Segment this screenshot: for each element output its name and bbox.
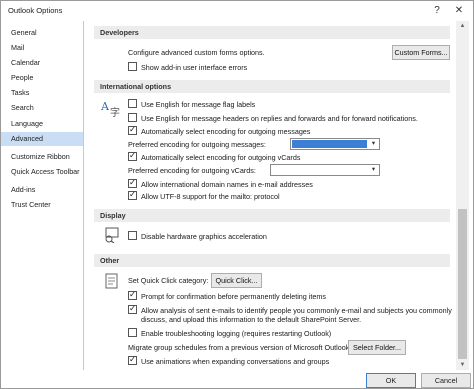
english-flag-labels-label: Use English for message flag labels (141, 100, 256, 109)
nav-advanced[interactable]: Advanced (1, 132, 83, 146)
scroll-up-icon[interactable]: ▲ (456, 21, 469, 31)
nav-add-ins[interactable]: Add-ins (1, 183, 83, 197)
nav-language[interactable]: Language (1, 117, 83, 131)
nav-general[interactable]: General (1, 26, 83, 40)
advanced-options-panel: Developers Configure advanced custom for… (94, 21, 452, 370)
email-analysis-checkbox[interactable] (128, 304, 137, 314)
prompt-delete-checkbox[interactable] (128, 290, 137, 300)
developers-section-header: Developers (94, 26, 450, 39)
scroll-thumb[interactable] (458, 209, 467, 359)
utf8-mailto-checkbox[interactable] (128, 190, 137, 200)
other-section-header: Other (94, 254, 450, 267)
show-addin-errors-checkbox[interactable] (128, 62, 137, 71)
nav-tasks[interactable]: Tasks (1, 86, 83, 100)
nav-search[interactable]: Search (1, 101, 83, 115)
language-icon: A 字 (100, 100, 120, 119)
nav-trust-center[interactable]: Trust Center (1, 198, 83, 212)
prompt-delete-label: Prompt for confirmation before permanent… (141, 292, 326, 301)
english-headers-label: Use English for message headers on repli… (141, 114, 418, 123)
chevron-down-icon: ▾ (371, 166, 376, 173)
animations-checkbox[interactable] (128, 355, 137, 365)
intl-domain-names-label: Allow international domain names in e-ma… (141, 180, 313, 189)
selected-option-highlight (292, 140, 367, 148)
international-section-header: International options (94, 80, 450, 93)
english-headers-checkbox[interactable] (128, 113, 137, 122)
nav-customize-ribbon[interactable]: Customize Ribbon (1, 150, 83, 164)
hardware-display-icon (105, 227, 119, 243)
disable-hw-accel-label: Disable hardware graphics acceleration (141, 232, 267, 241)
window-title: Outlook Options (8, 6, 63, 15)
scroll-down-icon[interactable]: ▼ (456, 360, 469, 370)
intl-domain-names-checkbox[interactable] (128, 178, 137, 188)
preferred-outgoing-label: Preferred encoding for outgoing messages… (128, 140, 266, 149)
preferred-vcards-select[interactable]: ▾ (270, 164, 380, 176)
nav-quick-access-toolbar[interactable]: Quick Access Toolbar (1, 165, 83, 179)
options-document-icon (105, 273, 118, 289)
select-folder-button[interactable]: Select Folder... (348, 340, 406, 355)
quick-click-label: Set Quick Click category: (128, 276, 209, 285)
nav-mail[interactable]: Mail (1, 41, 83, 55)
troubleshooting-logging-checkbox[interactable] (128, 328, 137, 337)
svg-text:A: A (100, 100, 110, 113)
troubleshooting-logging-label: Enable troubleshooting logging (requires… (141, 329, 332, 338)
svg-text:字: 字 (110, 106, 120, 119)
title-bar: Outlook Options ? ✕ (1, 1, 473, 21)
outlook-options-dialog: Outlook Options ? ✕ General Mail Calenda… (0, 0, 474, 389)
preferred-outgoing-select[interactable]: ▾ (290, 138, 380, 150)
auto-encoding-vcards-checkbox[interactable] (128, 151, 137, 161)
help-button[interactable]: ? (427, 3, 447, 19)
chevron-down-icon: ▾ (371, 140, 376, 147)
auto-encoding-outgoing-label: Automatically select encoding for outgoi… (141, 127, 311, 136)
display-section-header: Display (94, 209, 450, 222)
ok-button[interactable]: OK (366, 373, 416, 388)
show-addin-errors-label: Show add-in user interface errors (141, 63, 248, 72)
nav-people[interactable]: People (1, 71, 83, 85)
auto-encoding-outgoing-checkbox[interactable] (128, 125, 137, 135)
english-flag-labels-checkbox[interactable] (128, 99, 137, 108)
nav-calendar[interactable]: Calendar (1, 56, 83, 70)
options-nav: General Mail Calendar People Tasks Searc… (1, 21, 84, 370)
quick-click-button[interactable]: Quick Click... (211, 273, 262, 288)
email-analysis-label-line1: Allow analysis of sent e-mails to identi… (141, 306, 452, 315)
custom-forms-button[interactable]: Custom Forms... (392, 45, 450, 60)
preferred-vcards-label: Preferred encoding for outgoing vCards: (128, 166, 256, 175)
cancel-button[interactable]: Cancel (421, 373, 471, 388)
disable-hw-accel-checkbox[interactable] (128, 231, 137, 240)
configure-forms-label: Configure advanced custom forms options. (128, 48, 265, 57)
utf8-mailto-label: Allow UTF-8 support for the mailto: prot… (141, 192, 280, 201)
auto-encoding-vcards-label: Automatically select encoding for outgoi… (141, 153, 301, 162)
animations-label: Use animations when expanding conversati… (141, 357, 330, 366)
close-button[interactable]: ✕ (449, 3, 469, 19)
migrate-schedules-label: Migrate group schedules from a previous … (128, 343, 352, 352)
content-scrollbar[interactable]: ▲ ▼ (456, 21, 469, 370)
email-analysis-label-line2: discuss, and upload this information to … (141, 315, 362, 324)
